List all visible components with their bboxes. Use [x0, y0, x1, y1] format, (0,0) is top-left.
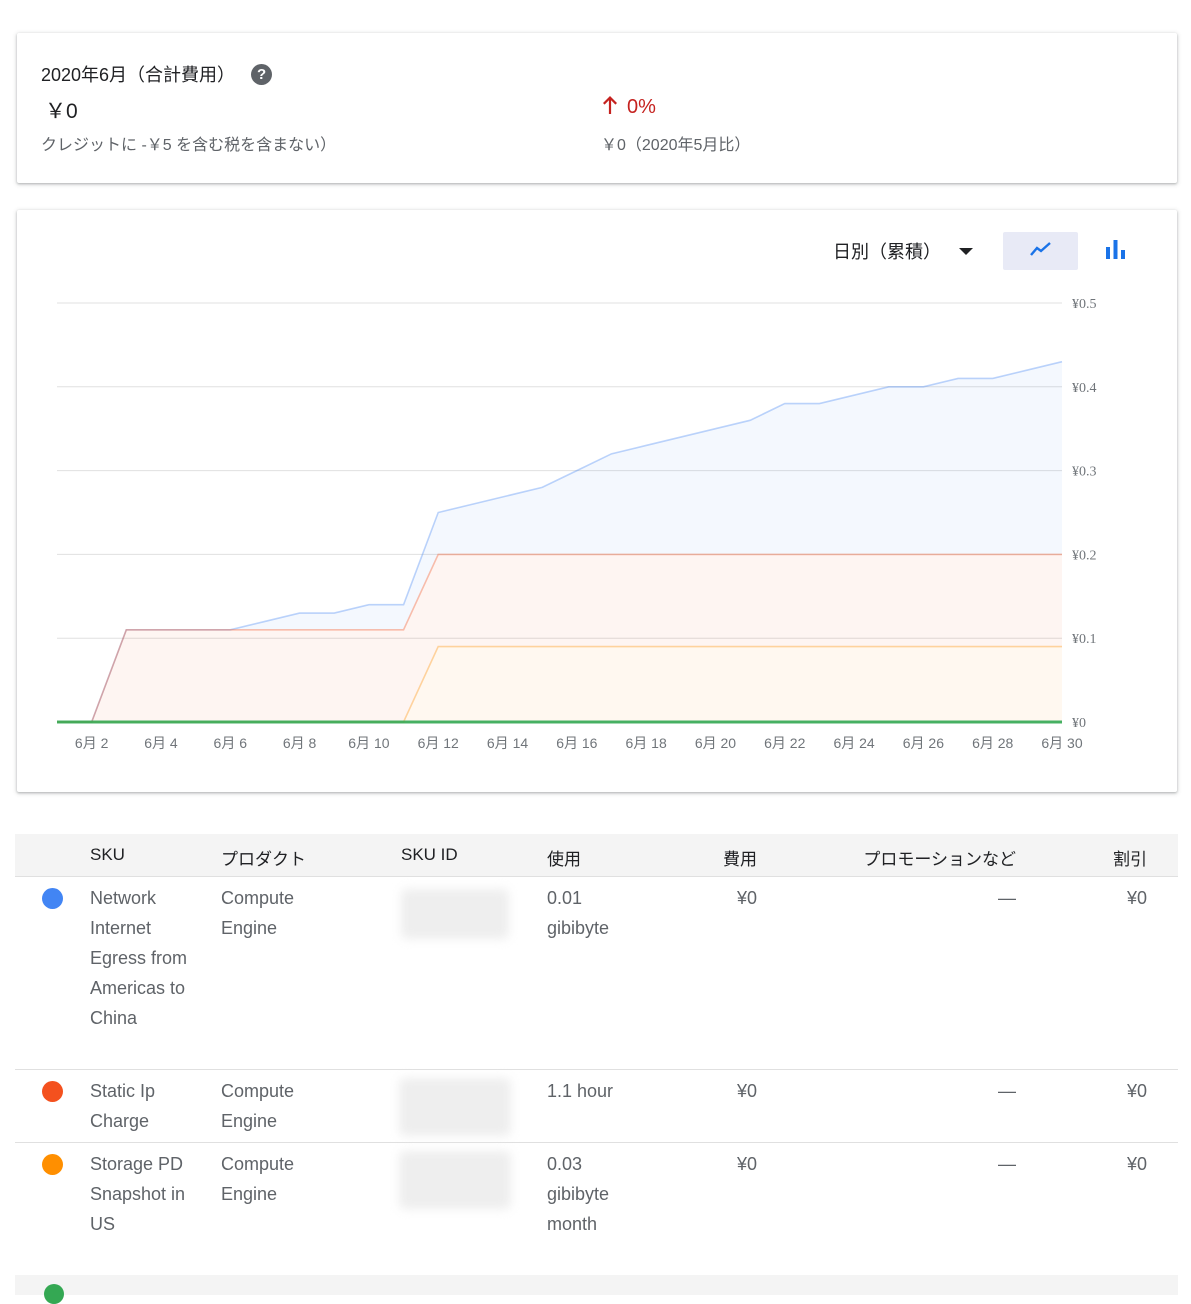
- table-row[interactable]: Storage PD Snapshot in US Compute Engine…: [15, 1143, 1178, 1276]
- sku-name: Static Ip Charge: [90, 1081, 156, 1131]
- usage-value: 0.01 gibibyte: [547, 888, 610, 938]
- sku-id-redacted: [401, 889, 509, 939]
- series-color-dot: [44, 1284, 64, 1304]
- series-color-dot: [42, 888, 63, 909]
- product-name: Compute Engine: [221, 888, 295, 938]
- cost-summary-card: 2020年6月（合計費用） ? ￥0 クレジットに -￥5 を含む税を含まない）…: [17, 33, 1177, 183]
- x-tick-label: 6月 20: [695, 735, 736, 751]
- usage-value: 1.1 hour: [547, 1081, 614, 1101]
- x-tick-label: 6月 8: [283, 735, 317, 751]
- product-name: Compute Engine: [221, 1081, 295, 1131]
- cost-change: 0%: [601, 95, 656, 119]
- discount-value: ¥0: [1126, 1081, 1147, 1101]
- compare-note: ￥0（2020年5月比）: [601, 137, 751, 154]
- x-tick-label: 6月 6: [214, 735, 248, 751]
- x-tick-label: 6月 22: [764, 735, 805, 751]
- arrow-up-icon: [601, 95, 619, 119]
- cost-value: ¥0: [736, 1154, 757, 1174]
- sku-id-redacted: [399, 1078, 511, 1136]
- col-header-usage[interactable]: 使用: [547, 845, 581, 870]
- credit-note: クレジットに -￥5 を含む税を含まない）: [41, 137, 337, 154]
- x-tick-label: 6月 28: [972, 735, 1013, 751]
- cost-chart-card: 日別（累積） ¥0 ¥0.1 ¥0.2 ¥0.3 ¥0.4 ¥0.5 6月 2 6月 4 6月 …: [17, 210, 1177, 792]
- x-tick-label: 6月 18: [626, 735, 667, 751]
- change-percent: 0%: [627, 95, 656, 118]
- x-tick-label: 6月 24: [833, 735, 874, 751]
- total-cost-amount: ￥0: [45, 100, 78, 123]
- table-row[interactable]: Static Ip Charge Compute Engine 1.1 hour…: [15, 1070, 1178, 1143]
- summary-title-row: 2020年6月（合計費用） ?: [41, 61, 273, 87]
- col-header-sku[interactable]: SKU: [90, 845, 125, 865]
- y-tick-label: ¥0.5: [1072, 297, 1097, 312]
- summary-title: 2020年6月（合計費用）: [41, 65, 236, 85]
- promotion-value: —: [998, 1154, 1016, 1174]
- product-name: Compute Engine: [221, 1154, 295, 1204]
- col-header-product[interactable]: プロダクト: [221, 845, 306, 870]
- usage-value: 0.03 gibibyte month: [547, 1154, 610, 1234]
- sku-id-redacted: [399, 1151, 511, 1209]
- table-header: SKU プロダクト SKU ID 使用 費用 プロモーションなど 割引: [15, 834, 1178, 877]
- discount-value: ¥0: [1126, 888, 1147, 908]
- y-tick-label: ¥0.3: [1072, 465, 1097, 480]
- col-header-discount[interactable]: 割引: [1113, 845, 1147, 870]
- sku-name: Network Internet Egress from Americas to…: [90, 888, 188, 1028]
- x-tick-label: 6月 10: [348, 735, 389, 751]
- x-tick-label: 6月 30: [1041, 735, 1082, 751]
- table-row[interactable]: Network Internet Egress from Americas to…: [15, 877, 1178, 1070]
- col-header-sku-id[interactable]: SKU ID: [401, 845, 458, 865]
- sku-table: SKU プロダクト SKU ID 使用 費用 プロモーションなど 割引 Netw…: [15, 834, 1178, 1304]
- col-header-promotions[interactable]: プロモーションなど: [863, 845, 1016, 870]
- x-tick-label: 6月 26: [903, 735, 944, 751]
- discount-value: ¥0: [1126, 1154, 1147, 1174]
- cost-value: ¥0: [736, 888, 757, 908]
- promotion-value: —: [998, 1081, 1016, 1101]
- x-tick-label: 6月 14: [487, 735, 528, 751]
- y-tick-label: ¥0.2: [1072, 548, 1097, 563]
- promotion-value: —: [998, 888, 1016, 908]
- x-tick-label: 6月 12: [418, 735, 459, 751]
- y-tick-label: ¥0.1: [1072, 632, 1097, 647]
- y-tick-label: ¥0.4: [1072, 381, 1097, 396]
- series-color-dot: [42, 1081, 63, 1102]
- y-tick-label: ¥0: [1072, 716, 1086, 731]
- x-tick-label: 6月 16: [556, 735, 597, 751]
- col-header-cost[interactable]: 費用: [723, 845, 757, 870]
- x-tick-label: 6月 2: [75, 735, 109, 751]
- cost-value: ¥0: [736, 1081, 757, 1101]
- table-row-partial: [15, 1275, 1178, 1304]
- series-color-dot: [42, 1154, 63, 1175]
- help-circle-icon[interactable]: ?: [251, 63, 273, 85]
- sku-name: Storage PD Snapshot in US: [90, 1154, 186, 1234]
- cost-area-chart: ¥0 ¥0.1 ¥0.2 ¥0.3 ¥0.4 ¥0.5 6月 2 6月 4 6月 6 6月 8 6月…: [57, 297, 1097, 751]
- x-tick-label: 6月 4: [144, 735, 178, 751]
